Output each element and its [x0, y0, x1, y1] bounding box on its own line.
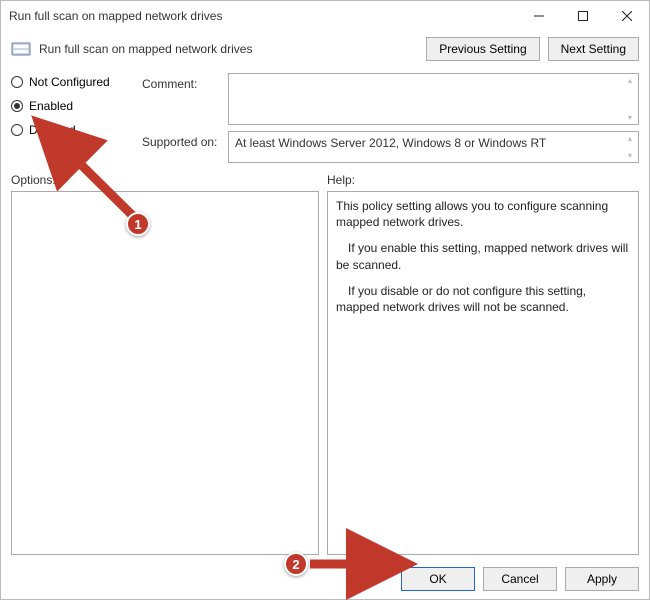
help-paragraph: If you disable or do not configure this … — [336, 283, 630, 315]
minimize-button[interactable] — [517, 1, 561, 31]
help-paragraph: This policy setting allows you to config… — [336, 198, 630, 230]
previous-setting-button[interactable]: Previous Setting — [426, 37, 539, 61]
window-controls — [517, 1, 649, 31]
fields-column: Comment: ▴▾ Supported on: At least Windo… — [142, 73, 639, 163]
footer-buttons: OK Cancel Apply — [1, 559, 649, 599]
radio-not-configured-label: Not Configured — [29, 75, 110, 89]
next-setting-button[interactable]: Next Setting — [548, 37, 639, 61]
options-help-split: Options: Help: This policy setting allow… — [1, 167, 649, 559]
options-panel: Options: — [11, 173, 319, 555]
radio-not-configured[interactable]: Not Configured — [11, 75, 136, 89]
policy-editor-window: Run full scan on mapped network drives R… — [0, 0, 650, 600]
radio-enabled[interactable]: Enabled — [11, 99, 136, 113]
policy-name-label: Run full scan on mapped network drives — [39, 42, 418, 56]
apply-button[interactable]: Apply — [565, 567, 639, 591]
help-label: Help: — [327, 173, 639, 191]
supported-on-value: At least Windows Server 2012, Windows 8 … — [235, 136, 546, 150]
help-paragraph: If you enable this setting, mapped netwo… — [336, 240, 630, 272]
ok-button[interactable]: OK — [401, 567, 475, 591]
policy-icon — [11, 39, 31, 59]
radio-disabled[interactable]: Disabled — [11, 123, 136, 137]
cancel-button[interactable]: Cancel — [483, 567, 557, 591]
supported-scrollbar[interactable]: ▴▾ — [624, 134, 636, 160]
titlebar: Run full scan on mapped network drives — [1, 1, 649, 31]
header-strip: Run full scan on mapped network drives P… — [1, 31, 649, 71]
options-body — [11, 191, 319, 555]
supported-on-label: Supported on: — [142, 131, 220, 163]
state-radio-group: Not Configured Enabled Disabled — [11, 73, 136, 163]
help-body: This policy setting allows you to config… — [327, 191, 639, 555]
radio-disabled-label: Disabled — [29, 123, 76, 137]
comment-textarea[interactable]: ▴▾ — [228, 73, 639, 125]
comment-row: Comment: ▴▾ — [142, 73, 639, 125]
radio-enabled-label: Enabled — [29, 99, 73, 113]
window-title: Run full scan on mapped network drives — [9, 9, 517, 23]
help-panel: Help: This policy setting allows you to … — [327, 173, 639, 555]
supported-on-box: At least Windows Server 2012, Windows 8 … — [228, 131, 639, 163]
close-button[interactable] — [605, 1, 649, 31]
comment-scrollbar[interactable]: ▴▾ — [624, 76, 636, 122]
maximize-button[interactable] — [561, 1, 605, 31]
options-label: Options: — [11, 173, 319, 191]
config-row: Not Configured Enabled Disabled Comment:… — [1, 71, 649, 167]
comment-label: Comment: — [142, 73, 220, 125]
supported-on-row: Supported on: At least Windows Server 20… — [142, 131, 639, 163]
